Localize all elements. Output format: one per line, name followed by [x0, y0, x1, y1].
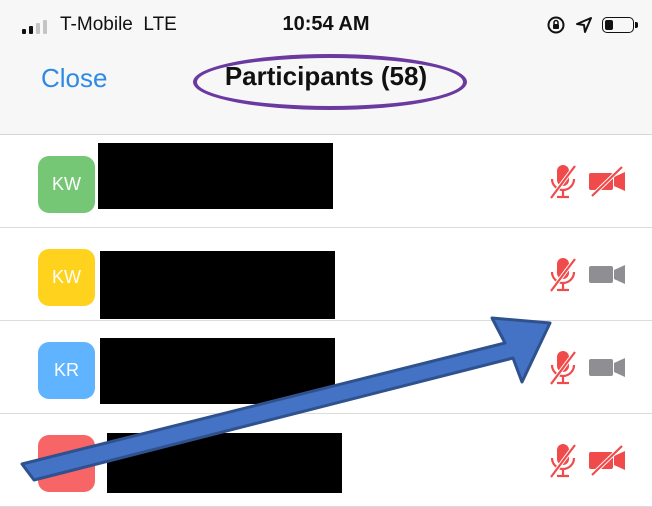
participant-name-redacted	[100, 251, 335, 319]
microphone-muted-icon[interactable]	[546, 256, 580, 294]
participant-name-redacted	[100, 338, 335, 404]
status-right-icons	[546, 15, 638, 35]
participant-row[interactable]: KM	[0, 414, 652, 507]
avatar: KR	[38, 342, 95, 399]
avatar: KW	[38, 156, 95, 213]
avatar: KW	[38, 249, 95, 306]
video-on-icon[interactable]	[587, 351, 627, 383]
avatar: KM	[38, 435, 95, 492]
status-bar: T-Mobile LTE 10:54 AM	[0, 0, 652, 50]
battery-fill	[605, 20, 613, 30]
microphone-muted-icon[interactable]	[546, 163, 580, 201]
participant-name-redacted	[98, 143, 333, 209]
battery-tip	[635, 22, 638, 28]
rotation-lock-icon	[547, 16, 565, 34]
microphone-muted-icon[interactable]	[546, 442, 580, 480]
participant-row[interactable]: KW	[0, 228, 652, 321]
video-off-icon[interactable]	[587, 444, 627, 476]
battery-icon	[602, 17, 638, 33]
location-icon	[576, 17, 592, 33]
video-on-icon[interactable]	[587, 258, 627, 290]
microphone-muted-icon[interactable]	[546, 349, 580, 387]
participant-name-redacted	[107, 433, 342, 493]
participant-row[interactable]: KR	[0, 321, 652, 414]
video-off-icon[interactable]	[587, 165, 627, 197]
participant-row[interactable]: KW	[0, 135, 652, 228]
annotation-oval	[193, 54, 467, 110]
